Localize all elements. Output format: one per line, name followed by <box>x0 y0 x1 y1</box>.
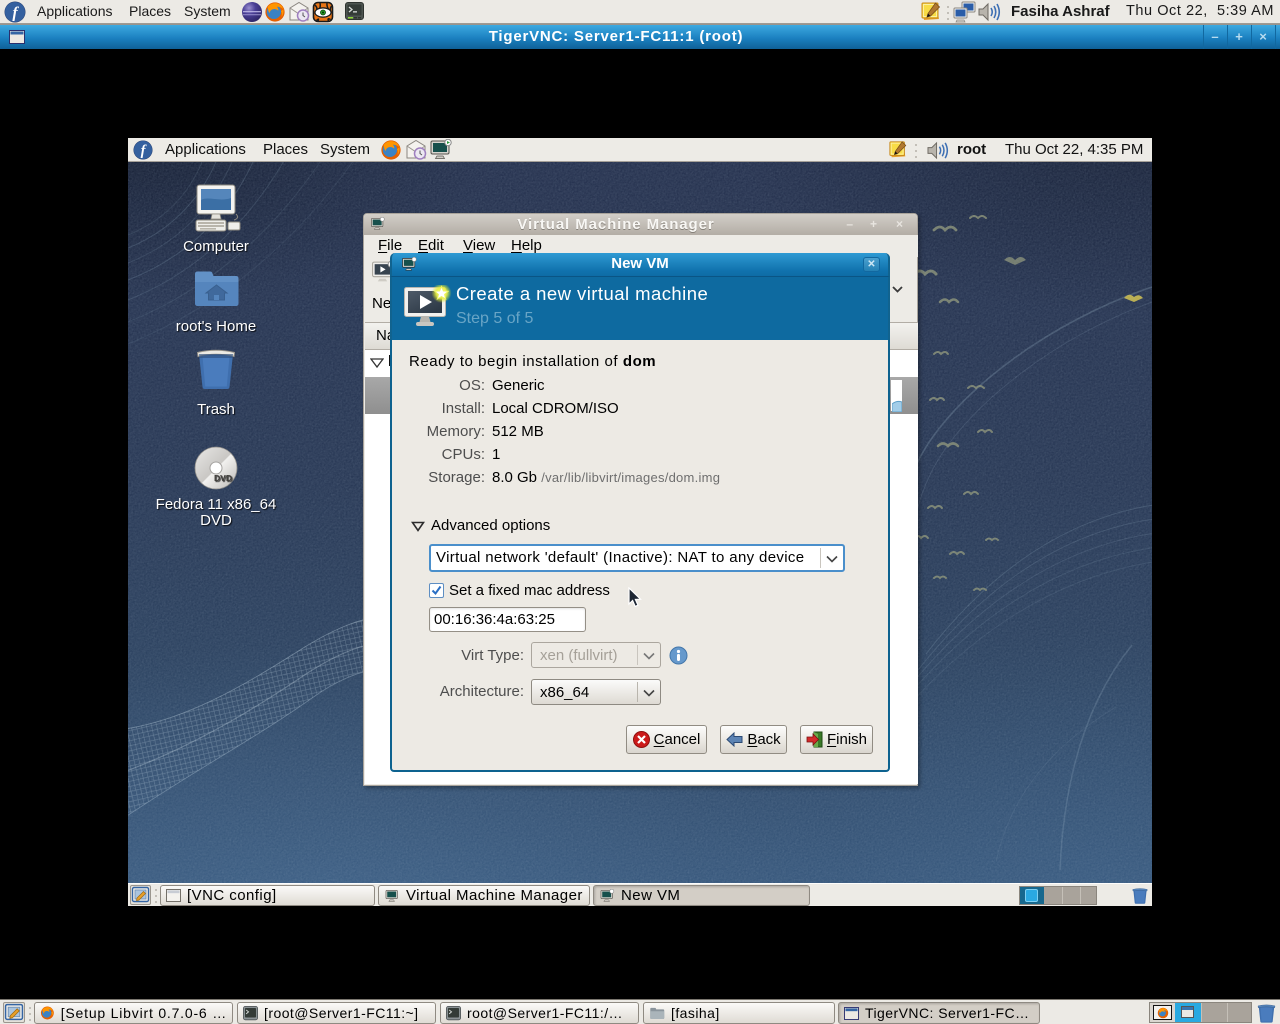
svg-text:DVD: DVD <box>214 473 232 483</box>
